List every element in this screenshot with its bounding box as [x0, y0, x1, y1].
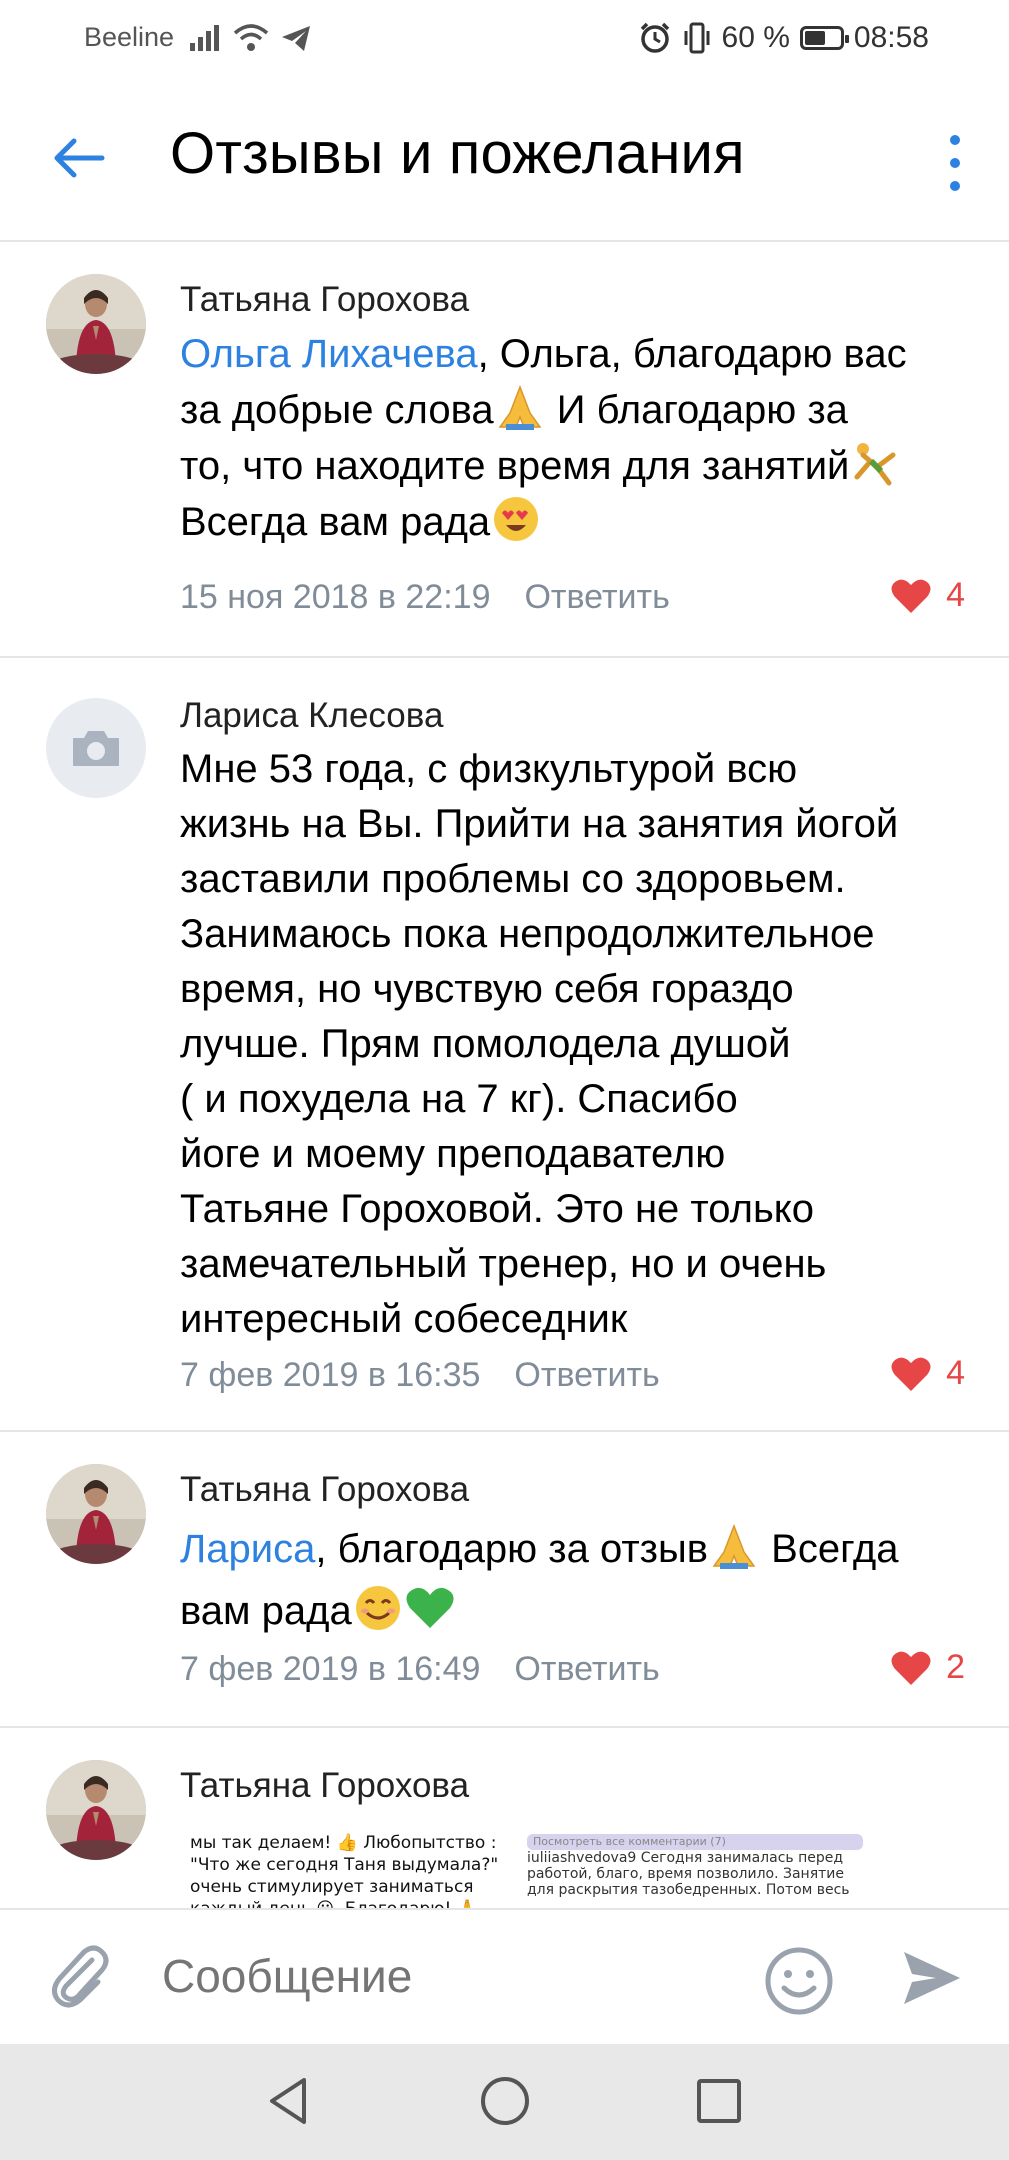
- comment-author[interactable]: Татьяна Горохова: [180, 1470, 469, 1510]
- mention-link[interactable]: Ольга Лихачева: [180, 332, 478, 376]
- vibrate-icon: [684, 22, 710, 54]
- arrow-left-icon[interactable]: [48, 128, 108, 188]
- like-count: 4: [946, 576, 965, 614]
- like-count: 4: [946, 1354, 965, 1392]
- like-button[interactable]: 2: [890, 1648, 965, 1687]
- heart-icon: [891, 1651, 931, 1685]
- battery-level-fill: [804, 31, 826, 45]
- heart-icon: [891, 1357, 931, 1391]
- attachment-image-right[interactable]: Посмотреть все комментарии (7) iuliiashv…: [527, 1834, 863, 1904]
- heart-icon: [891, 579, 931, 613]
- avatar[interactable]: [46, 1760, 146, 1860]
- nav-home-icon[interactable]: [478, 2074, 532, 2128]
- heart-eyes-emoji-icon: [494, 497, 539, 541]
- comment-meta: 7 фев 2019 в 16:35 Ответить: [180, 1356, 660, 1395]
- green-heart-emoji-icon: [406, 1587, 454, 1628]
- carrier-name: Beeline: [84, 22, 175, 52]
- comment-text: Ольга Лихачева, Ольга, благодарю вас за …: [180, 332, 907, 544]
- status-icons-right: 60 % 08:58: [638, 18, 929, 58]
- smile-icon[interactable]: [764, 1946, 834, 2016]
- comment-date: 7 фев 2019 в 16:49: [180, 1650, 481, 1688]
- like-button[interactable]: 4: [890, 576, 965, 615]
- nav-back-icon[interactable]: [262, 2074, 316, 2128]
- mention-link[interactable]: Лариса: [180, 1527, 315, 1571]
- message-input[interactable]: [160, 1948, 724, 2004]
- status-bar: Beeline 60 % 08:58: [0, 0, 1009, 80]
- comment-author[interactable]: Татьяна Горохова: [180, 1766, 469, 1806]
- message-composer: [0, 1908, 1009, 2046]
- comment-meta: 7 фев 2019 в 16:49 Ответить: [180, 1650, 660, 1689]
- attachment-bar: Посмотреть все комментарии (7): [527, 1834, 863, 1850]
- comment-author[interactable]: Лариса Клесова: [180, 696, 443, 736]
- clock: 08:58: [853, 21, 929, 54]
- wifi-icon: [233, 24, 269, 51]
- folded-hands-emoji-icon: [712, 1523, 756, 1569]
- comment-date: 15 ноя 2018 в 22:19: [180, 578, 491, 616]
- status-icons-left: [188, 18, 312, 58]
- comment-author[interactable]: Татьяна Горохова: [180, 280, 469, 320]
- cartwheel-emoji-icon: [854, 443, 896, 486]
- avatar[interactable]: [46, 1464, 146, 1564]
- telegram-icon: [282, 26, 310, 51]
- comment-item: Лариса Клесова Мне 53 года, с физкультур…: [0, 656, 1009, 1432]
- comment-text: Лариса, благодарю за отзыв Всегда вам ра…: [180, 1518, 970, 1642]
- reply-button[interactable]: Ответить: [514, 1650, 659, 1688]
- app-header: Отзывы и пожелания: [0, 80, 1009, 242]
- reply-button[interactable]: Ответить: [514, 1356, 659, 1394]
- camera-icon: [73, 731, 119, 766]
- battery-percent: 60 %: [721, 21, 790, 54]
- paperclip-icon[interactable]: [44, 1940, 118, 2014]
- reply-button[interactable]: Ответить: [524, 578, 669, 616]
- alarm-icon: [640, 22, 669, 53]
- avatar[interactable]: [46, 274, 146, 374]
- folded-hands-emoji-icon: [498, 384, 542, 430]
- comment-date: 7 фев 2019 в 16:35: [180, 1356, 481, 1394]
- attachment-image-left[interactable]: мы так делаем! 👍 Любопытство : "Что же с…: [190, 1832, 520, 1920]
- like-button[interactable]: 4: [890, 1354, 965, 1393]
- comment-item: Татьяна Горохова Ольга Лихачева, Ольга, …: [0, 242, 1009, 658]
- comment-text: Мне 53 года, с физкультурой всю жизнь на…: [180, 747, 899, 1341]
- more-vertical-icon[interactable]: [935, 128, 975, 198]
- smiling-face-emoji-icon: [355, 1586, 400, 1630]
- system-nav-bar: [0, 2044, 1009, 2160]
- avatar[interactable]: [46, 698, 146, 798]
- nav-recents-icon[interactable]: [692, 2074, 746, 2128]
- comment-item: Татьяна Горохова Лариса, благодарю за от…: [0, 1430, 1009, 1728]
- comment-meta: 15 ноя 2018 в 22:19 Ответить: [180, 578, 670, 617]
- battery-icon: [799, 26, 849, 50]
- page-title: Отзывы и пожелания: [170, 121, 745, 186]
- like-count: 2: [946, 1648, 965, 1686]
- signal-icon: [190, 25, 219, 51]
- send-icon[interactable]: [900, 1948, 964, 2008]
